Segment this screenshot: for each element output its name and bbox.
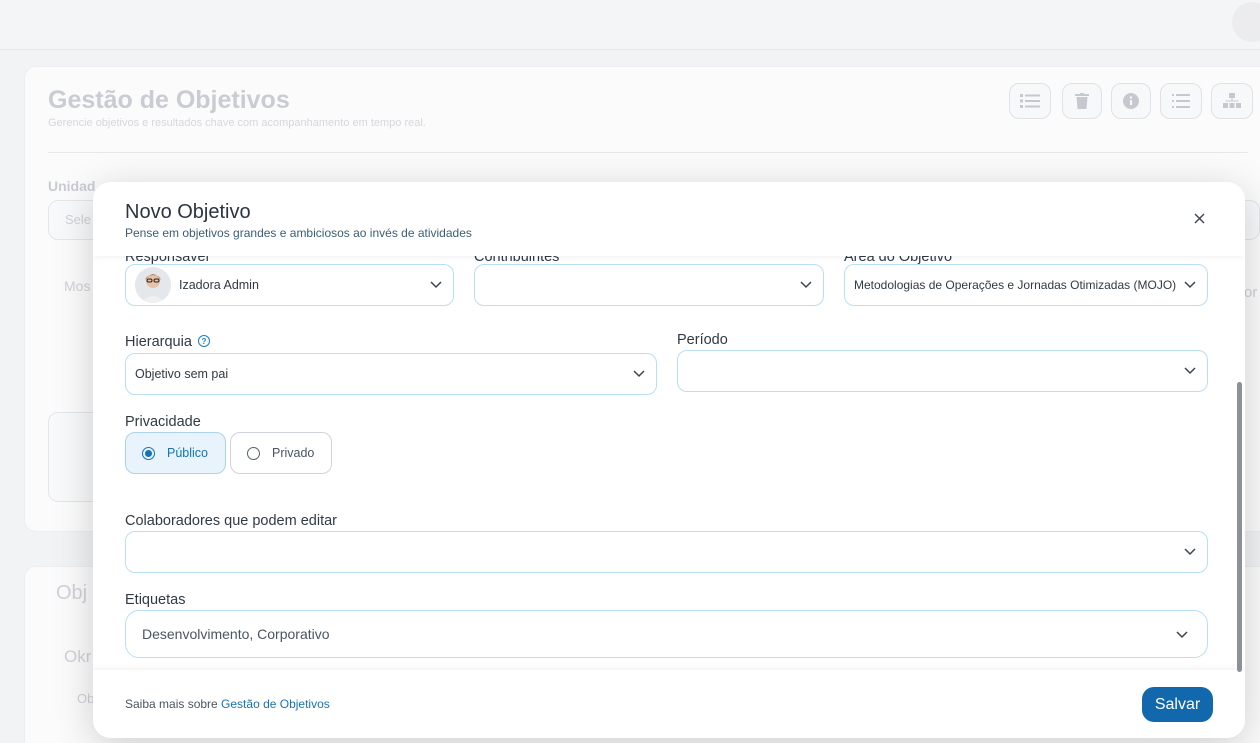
colaboradores-select[interactable]	[125, 531, 1208, 573]
top-bar	[0, 0, 1260, 50]
etiquetas-select[interactable]: Desenvolvimento, Corporativo	[125, 610, 1208, 658]
radio-checked-icon	[142, 446, 155, 460]
menu-icon	[1172, 94, 1190, 108]
page-title: Gestão de Objetivos	[48, 86, 290, 114]
privacy-private-option[interactable]: Privado	[230, 432, 332, 474]
footer-help: Saiba mais sobre Gestão de Objetivos	[125, 697, 330, 711]
hierarquia-label: Hierarquia?	[125, 334, 210, 350]
learn-more-link[interactable]: Gestão de Objetivos	[221, 697, 330, 711]
modal-footer: Saiba mais sobre Gestão de Objetivos Sal…	[93, 670, 1245, 738]
contribuintes-select[interactable]	[474, 264, 824, 306]
info-icon	[1123, 93, 1139, 109]
page-subtitle: Gerencie objetivos e resultados chave co…	[48, 117, 426, 129]
chevron-down-icon	[800, 281, 812, 289]
list-icon	[1020, 94, 1040, 108]
info-button[interactable]	[1111, 83, 1151, 119]
responsavel-select[interactable]: Izadora Admin	[125, 264, 454, 306]
chevron-down-icon	[1176, 631, 1188, 639]
hierarquia-label-text: Hierarquia	[125, 334, 192, 350]
privacy-private-label: Privado	[272, 446, 315, 460]
objective-row-text: Ob	[77, 691, 95, 706]
etiquetas-label: Etiquetas	[125, 592, 186, 608]
responsavel-value: Izadora Admin	[179, 278, 259, 292]
divider	[48, 152, 1248, 153]
filter-label: Unidad	[48, 178, 96, 194]
hierarquia-value: Objetivo sem pai	[135, 367, 229, 381]
sitemap-icon	[1223, 93, 1241, 108]
privacy-public-label: Público	[167, 446, 208, 460]
periodo-label: Período	[677, 332, 728, 348]
trash-button[interactable]	[1062, 83, 1102, 119]
modal-scrollbar[interactable]	[1237, 382, 1242, 672]
chevron-down-icon	[1184, 367, 1196, 375]
modal-title: Novo Objetivo	[125, 201, 251, 223]
list-view-button[interactable]	[1009, 83, 1051, 119]
filter-placeholder: Sele	[65, 212, 92, 227]
close-icon	[1194, 213, 1204, 223]
okr-title: Okr	[64, 647, 92, 666]
footer-prefix: Saiba mais sobre	[125, 697, 222, 711]
user-avatar-icon	[135, 267, 171, 303]
trash-icon	[1075, 93, 1089, 109]
etiquetas-value: Desenvolvimento, Corporativo	[142, 626, 330, 642]
save-button[interactable]: Salvar	[1142, 687, 1213, 722]
chevron-down-icon	[1183, 277, 1197, 291]
background-text-right: or	[1244, 284, 1258, 301]
modal-body: Responsável Izadora Admin Contribuintes …	[93, 256, 1245, 670]
modal-subtitle: Pense em objetivos grandes e ambiciosos …	[125, 226, 472, 240]
hierarchy-button[interactable]	[1211, 83, 1253, 119]
chevron-down-icon	[633, 370, 645, 378]
avatar	[135, 267, 171, 303]
background-text: Mos	[64, 278, 91, 294]
chevron-down-icon	[1184, 548, 1196, 556]
hierarquia-select[interactable]: Objetivo sem pai	[125, 353, 657, 395]
section-title: Obj	[56, 582, 88, 604]
periodo-select[interactable]	[677, 350, 1208, 392]
help-icon[interactable]: ?	[197, 335, 210, 348]
privacidade-label: Privacidade	[125, 414, 201, 430]
area-value: Metodologias de Operações e Jornadas Oti…	[854, 278, 1177, 292]
radio-unchecked-icon	[247, 446, 260, 460]
new-objective-modal: Novo Objetivo Pense em objetivos grandes…	[93, 182, 1245, 738]
colaboradores-label: Colaboradores que podem editar	[125, 513, 337, 529]
privacy-public-option[interactable]: Público	[125, 432, 226, 474]
user-avatar[interactable]	[1232, 2, 1260, 42]
close-button[interactable]	[1189, 208, 1209, 228]
menu-button[interactable]	[1160, 83, 1202, 119]
modal-header: Novo Objetivo Pense em objetivos grandes…	[93, 182, 1245, 256]
chevron-down-icon	[430, 281, 442, 289]
area-select[interactable]: Metodologias de Operações e Jornadas Oti…	[844, 264, 1208, 306]
